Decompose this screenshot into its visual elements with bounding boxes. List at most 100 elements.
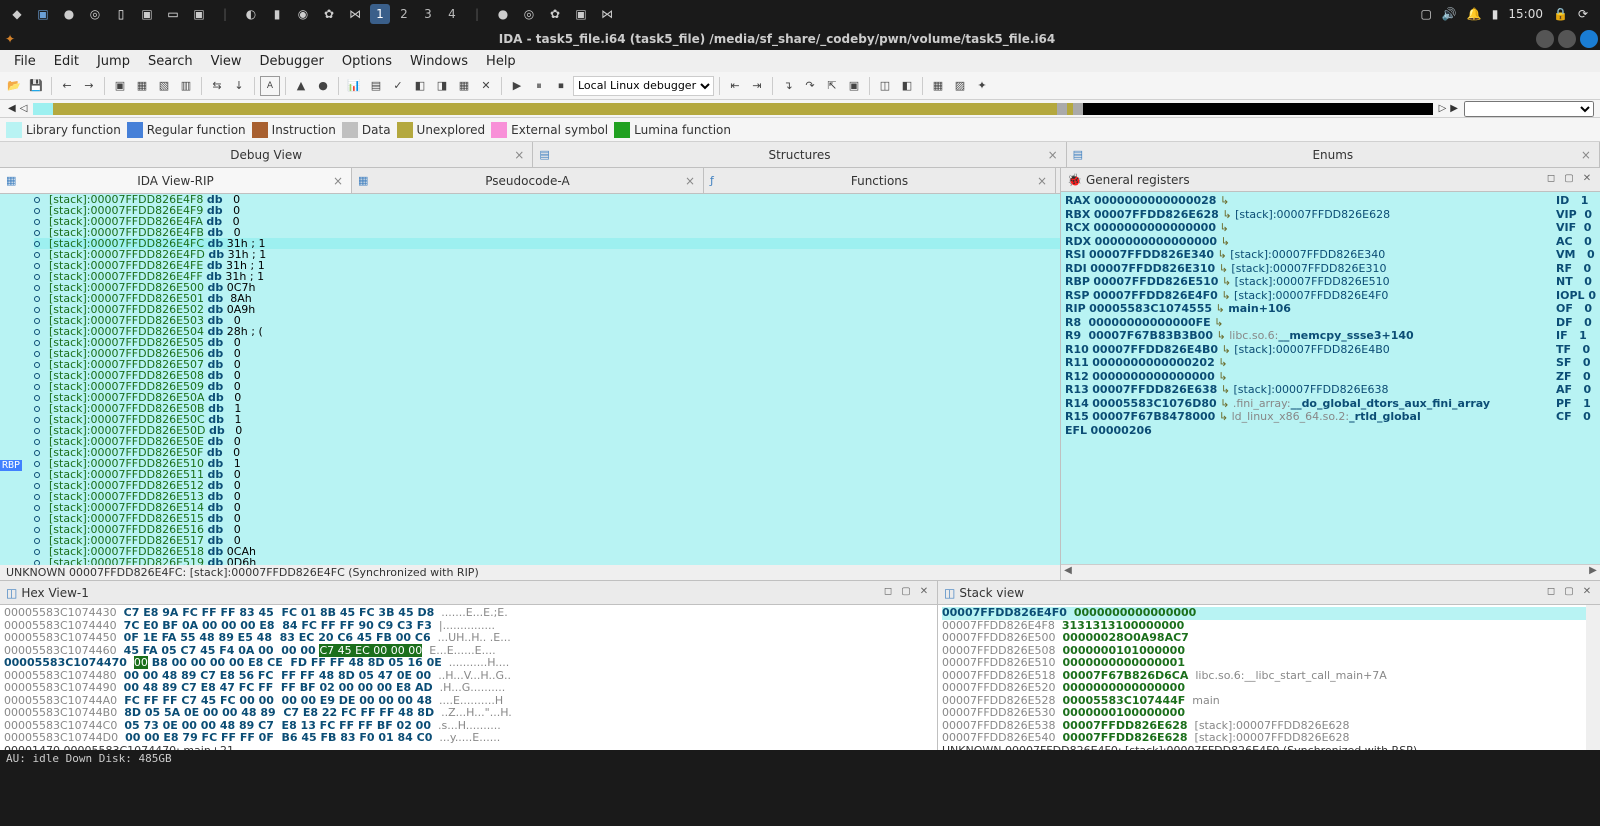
tb-btn-3[interactable]: ▧	[154, 76, 174, 96]
sub-tab-pseudocode-a[interactable]: ▦Pseudocode-A×	[352, 168, 704, 193]
hex-close-button[interactable]: ✕	[917, 586, 931, 600]
register-rdx[interactable]: RDX 0000000000000000 ↳	[1065, 235, 1596, 249]
workspace-4[interactable]: 4	[442, 4, 462, 24]
task-app-firefox-icon[interactable]: ◎	[84, 3, 106, 25]
delete-button[interactable]: ✕	[476, 76, 496, 96]
menu-jump[interactable]: Jump	[89, 52, 138, 71]
register-efl[interactable]: EFL 00000206	[1065, 424, 1596, 438]
panel-restore-button[interactable]: ◻	[1544, 173, 1558, 187]
stop-button[interactable]: ⏹	[551, 76, 571, 96]
pause-button[interactable]: ⏸	[529, 76, 549, 96]
window-close-button[interactable]	[1580, 30, 1598, 48]
tb-btn-5[interactable]: ⇆	[207, 76, 227, 96]
workspace-2[interactable]: 2	[394, 4, 414, 24]
tab-close-icon[interactable]: ×	[1581, 148, 1591, 162]
forward-button[interactable]: →	[79, 76, 99, 96]
tab-close-icon[interactable]: ×	[333, 174, 343, 188]
back-button[interactable]: ←	[57, 76, 77, 96]
register-rip[interactable]: RIP 00005583C1074555 ↳ main+106	[1065, 302, 1596, 316]
top-tab-debug-view[interactable]: Debug View×	[0, 142, 533, 167]
tray-power-icon[interactable]: ⟳	[1578, 7, 1588, 21]
task-app-anim2-icon[interactable]: ✿	[544, 3, 566, 25]
tray-bell-icon[interactable]: 🔔	[1467, 7, 1482, 21]
register-rax[interactable]: RAX 0000000000000028 ↳	[1065, 194, 1596, 208]
nav-strip[interactable]	[33, 103, 1432, 115]
run-to-button[interactable]: ▣	[844, 76, 864, 96]
registers-view[interactable]: RAX 0000000000000028 ↳RBX 00007FFDD826E6…	[1061, 192, 1600, 564]
stack-view[interactable]: 00007FFDD826E4F0 000000000000000000007FF…	[938, 605, 1600, 750]
menu-search[interactable]: Search	[140, 52, 201, 71]
task-app-firefox2-icon[interactable]: ◎	[518, 3, 540, 25]
tb-btn-17[interactable]: ✦	[972, 76, 992, 96]
save-button[interactable]: 💾	[26, 76, 46, 96]
tb-btn-15[interactable]: ▦	[928, 76, 948, 96]
task-app-cherry2-icon[interactable]: ●	[492, 3, 514, 25]
tray-battery-icon[interactable]: ▮	[1492, 7, 1499, 21]
nav-left-dbl-icon[interactable]: ◀	[6, 103, 18, 114]
tab-close-icon[interactable]: ×	[1048, 148, 1058, 162]
tab-close-icon[interactable]: ×	[1037, 174, 1047, 188]
circle-button[interactable]: ●	[313, 76, 333, 96]
tray-lock-icon[interactable]: 🔒	[1553, 7, 1568, 21]
task-app-vscode2-icon[interactable]: ⋈	[596, 3, 618, 25]
clock[interactable]: 15:00	[1508, 7, 1543, 21]
start-menu-icon[interactable]: ◆	[6, 3, 28, 25]
nav-right-dbl-icon[interactable]: ▶	[1448, 103, 1460, 114]
stack-restore-button[interactable]: ◻	[1544, 586, 1558, 600]
menu-help[interactable]: Help	[478, 52, 524, 71]
task-app-1-icon[interactable]: ▣	[32, 3, 54, 25]
task-app-vscode1-icon[interactable]: ⋈	[344, 3, 366, 25]
chart-button[interactable]: 📊	[344, 76, 364, 96]
task-app-cherry1-icon[interactable]: ●	[58, 3, 80, 25]
stack-max-button[interactable]: ▢	[1562, 586, 1576, 600]
hex-view[interactable]: 00005583C1074430 C7 E8 9A FC FF FF 83 45…	[0, 605, 937, 750]
register-r11[interactable]: R11 0000000000000202 ↳	[1065, 356, 1596, 370]
workspace-3[interactable]: 3	[418, 4, 438, 24]
menu-edit[interactable]: Edit	[46, 52, 87, 71]
hex-line[interactable]: 00005583C10744D0 00 00 E8 79 FC FF FF 0F…	[4, 732, 933, 745]
task-app-red3-icon[interactable]: ▣	[570, 3, 592, 25]
step-out-button[interactable]: ⇱	[822, 76, 842, 96]
run-button[interactable]: ▶	[507, 76, 527, 96]
workspace-1[interactable]: 1	[370, 4, 390, 24]
tb-btn-14[interactable]: ◧	[897, 76, 917, 96]
tb-btn-13[interactable]: ◫	[875, 76, 895, 96]
window-minimize-button[interactable]	[1536, 30, 1554, 48]
tb-btn-4[interactable]: ▥	[176, 76, 196, 96]
register-r12[interactable]: R12 0000000000000000 ↳	[1065, 370, 1596, 384]
open-file-button[interactable]: 📂	[4, 76, 24, 96]
tb-btn-12[interactable]: ⇥	[747, 76, 767, 96]
task-app-files-icon[interactable]: ▭	[162, 3, 184, 25]
step-over-button[interactable]: ↷	[800, 76, 820, 96]
tb-btn-11[interactable]: ⇤	[725, 76, 745, 96]
task-app-red2-icon[interactable]: ▮	[266, 3, 288, 25]
registers-scrollbar[interactable]: ◀▶	[1061, 564, 1600, 580]
tb-btn-2[interactable]: ▦	[132, 76, 152, 96]
tab-close-icon[interactable]: ×	[685, 174, 695, 188]
register-r14[interactable]: R14 00005583C1076D80 ↳ .fini_array:__do_…	[1065, 397, 1596, 411]
tb-btn-7[interactable]: ✓	[388, 76, 408, 96]
register-rbx[interactable]: RBX 00007FFDD826E628 ↳ [stack]:00007FFDD…	[1065, 208, 1596, 222]
tab-close-icon[interactable]: ×	[514, 148, 524, 162]
down-arrow-button[interactable]: ↓	[229, 76, 249, 96]
register-r9[interactable]: R9 00007F67B83B3B00 ↳ libc.so.6:__memcpy…	[1065, 329, 1596, 343]
panel-max-button[interactable]: ▢	[1562, 173, 1576, 187]
hex-max-button[interactable]: ▢	[899, 586, 913, 600]
register-rsi[interactable]: RSI 00007FFDD826E340 ↳ [stack]:00007FFDD…	[1065, 248, 1596, 262]
hex-restore-button[interactable]: ◻	[881, 586, 895, 600]
top-tab-enums[interactable]: ▤Enums×	[1067, 142, 1600, 167]
stack-scrollbar[interactable]	[1586, 605, 1600, 750]
register-rcx[interactable]: RCX 0000000000000000 ↳	[1065, 221, 1596, 235]
register-r13[interactable]: R13 00007FFDD826E638 ↳ [stack]:00007FFDD…	[1065, 383, 1596, 397]
flag-button[interactable]: ▲	[291, 76, 311, 96]
tb-btn-6[interactable]: ▤	[366, 76, 386, 96]
menu-options[interactable]: Options	[334, 52, 400, 71]
menu-view[interactable]: View	[203, 52, 250, 71]
stack-close-button[interactable]: ✕	[1580, 586, 1594, 600]
tb-btn-10[interactable]: ▦	[454, 76, 474, 96]
task-app-anim-icon[interactable]: ✿	[318, 3, 340, 25]
sub-tab-functions[interactable]: ƒFunctions×	[704, 168, 1056, 193]
register-rdi[interactable]: RDI 00007FFDD826E310 ↳ [stack]:00007FFDD…	[1065, 262, 1596, 276]
task-app-fire-icon[interactable]: ◉	[292, 3, 314, 25]
window-maximize-button[interactable]	[1558, 30, 1576, 48]
